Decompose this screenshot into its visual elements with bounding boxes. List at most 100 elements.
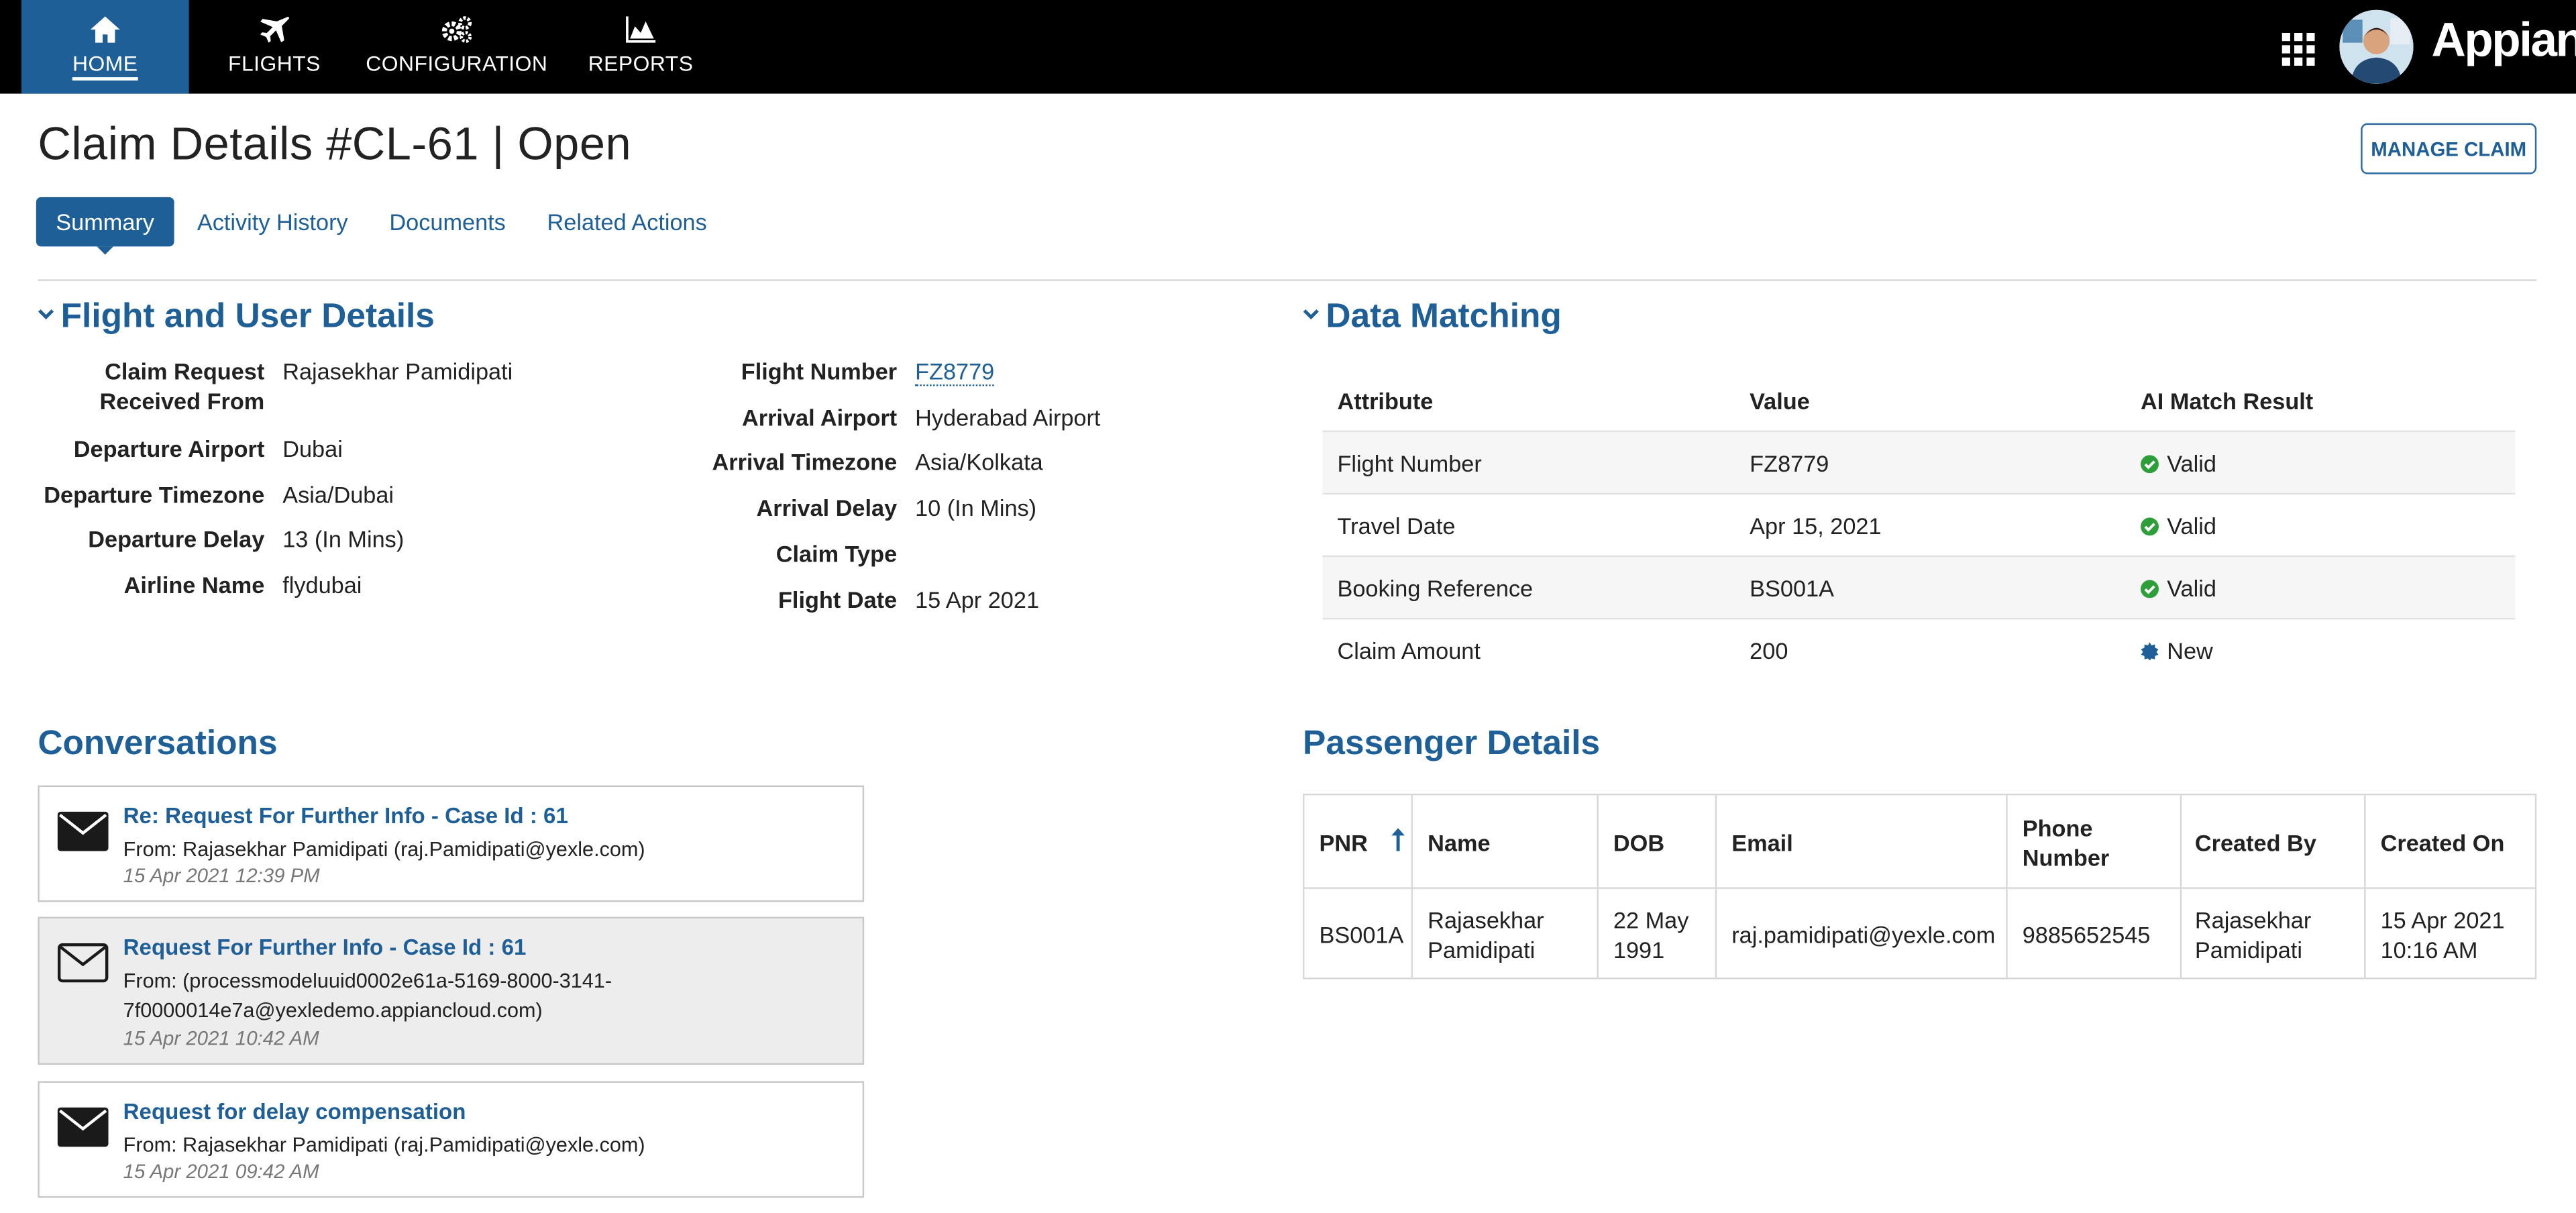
dm-attribute: Travel Date (1337, 513, 1455, 539)
dm-header-value: Value (1750, 388, 1810, 414)
pt-header-created-on[interactable]: Created On (2381, 828, 2505, 857)
conversation-subject[interactable]: Re: Request For Further Info - Case Id :… (123, 804, 568, 829)
conversation-time: 15 Apr 2021 09:42 AM (123, 1160, 319, 1183)
passenger-details-title: Passenger Details (1303, 725, 1600, 764)
dm-attribute: Claim Amount (1337, 637, 1480, 664)
dm-result: Valid (2141, 450, 2216, 476)
arrival-timezone-label: Arrival Timezone (657, 447, 898, 476)
manage-claim-button[interactable]: MANAGE CLAIM (2361, 123, 2536, 174)
nav-reports-label: REPORTS (575, 51, 706, 76)
conversation-from: From: Rajasekhar Pamidipati (raj.Pamidip… (123, 1130, 847, 1160)
departure-delay-label: Departure Delay (33, 524, 264, 553)
dm-header-ai-match-result: AI Match Result (2141, 388, 2313, 414)
pt-cell-email: raj.pamidipati@yexle.com (1731, 920, 1995, 949)
pt-cell-pnr: BS001A (1320, 920, 1404, 949)
pt-header-created-by[interactable]: Created By (2195, 828, 2316, 857)
nav-reports[interactable]: REPORTS (575, 0, 706, 94)
nav-configuration[interactable]: CONFIGURATION (365, 0, 549, 94)
area-chart-icon (625, 15, 657, 44)
departure-timezone-label: Departure Timezone (33, 480, 264, 509)
sort-ascending-icon[interactable] (1391, 828, 1405, 851)
flight-number-label: Flight Number (657, 356, 898, 386)
arrival-airport-label: Arrival Airport (657, 403, 898, 432)
pt-cell-created-by: Rajasekhar Pamidipati (2195, 905, 2343, 964)
list-item[interactable]: Request For Further Info - Case Id : 61 … (38, 917, 864, 1065)
nav-home-label: HOME (72, 51, 138, 81)
data-matching-title: Data Matching (1326, 297, 1561, 335)
check-circle-icon (2141, 455, 2159, 473)
appian-logo[interactable]: Appian (2432, 15, 2576, 69)
tab-related-actions[interactable]: Related Actions (547, 197, 707, 246)
pt-col-email (1717, 795, 2007, 978)
passenger-table: PNR Name DOB Email Phone Number Created … (1303, 794, 2536, 980)
departure-delay-value: 13 (In Mins) (282, 524, 404, 553)
pt-col-pnr (1305, 795, 1413, 978)
table-row: Travel Date Apr 15, 2021 Valid (1322, 493, 2515, 556)
conversation-from: From: (processmodeluuid0002e61a-5169-800… (123, 966, 847, 1025)
pt-header-email[interactable]: Email (1731, 828, 1792, 857)
header-divider (38, 279, 2536, 280)
pt-cell-phone: 9885652545 (2023, 920, 2151, 949)
airplane-icon (258, 15, 290, 44)
tab-activity-history[interactable]: Activity History (197, 197, 348, 246)
tab-summary[interactable]: Summary (36, 197, 174, 246)
conversation-from: From: Rajasekhar Pamidipati (raj.Pamidip… (123, 835, 847, 864)
airline-name-label: Airline Name (33, 570, 264, 600)
conversations-title: Conversations (38, 725, 277, 764)
check-circle-icon (2141, 517, 2159, 535)
page-title: Claim Details #CL-61 | Open (38, 118, 631, 170)
claim-type-label: Claim Type (657, 539, 898, 568)
top-nav: HOME FLIGHTS CONFIGURATION REPORTS Appia… (0, 0, 2576, 94)
arrival-timezone-value: Asia/Kolkata (915, 447, 1043, 476)
dm-result: New (2141, 637, 2213, 664)
nav-home[interactable]: HOME (21, 0, 189, 94)
dm-result-text: New (2167, 637, 2213, 664)
nav-configuration-label: CONFIGURATION (365, 51, 549, 76)
envelope-open-icon (58, 943, 109, 983)
arrival-delay-value: 10 (In Mins) (915, 493, 1036, 523)
arrival-airport-value: Hyderabad Airport (915, 403, 1100, 432)
dm-attribute: Flight Number (1337, 450, 1481, 476)
arrival-delay-label: Arrival Delay (657, 493, 898, 523)
user-avatar[interactable] (2339, 10, 2413, 84)
app-grid-icon[interactable] (2282, 33, 2315, 66)
envelope-icon (58, 812, 109, 851)
chevron-down-icon (38, 306, 54, 322)
table-row: Booking Reference BS001A Valid (1322, 556, 2515, 618)
dm-result: Valid (2141, 575, 2216, 601)
new-badge-icon (2141, 643, 2159, 661)
flight-number-value[interactable]: FZ8779 (915, 356, 994, 386)
dm-value: Apr 15, 2021 (1750, 513, 1881, 539)
departure-airport-value: Dubai (282, 434, 343, 464)
flight-details-title: Flight and User Details (61, 297, 435, 335)
claim-request-label: Claim Request Received From (99, 356, 264, 415)
dm-value: BS001A (1750, 575, 1834, 601)
flight-number-link[interactable]: FZ8779 (915, 358, 994, 386)
tab-documents[interactable]: Documents (389, 197, 505, 246)
dm-value: 200 (1750, 637, 1788, 664)
chevron-down-icon (1303, 306, 1319, 322)
flight-details-section-toggle[interactable]: Flight and User Details (38, 297, 435, 337)
pt-header-dob[interactable]: DOB (1613, 828, 1664, 857)
list-item[interactable]: Re: Request For Further Info - Case Id :… (38, 786, 864, 902)
conversation-subject[interactable]: Request for delay compensation (123, 1099, 466, 1124)
list-item[interactable]: Request for delay compensation From: Raj… (38, 1081, 864, 1198)
table-row: Flight Number FZ8779 Valid (1322, 431, 2515, 493)
pt-header-name[interactable]: Name (1428, 828, 1490, 857)
departure-airport-label: Departure Airport (33, 434, 264, 464)
dm-result-text: Valid (2167, 513, 2216, 539)
envelope-icon (58, 1108, 109, 1147)
pt-cell-name: Rajasekhar Pamidipati (1428, 905, 1575, 964)
data-matching-section-toggle[interactable]: Data Matching (1303, 297, 1562, 337)
dm-result: Valid (2141, 513, 2216, 539)
nav-flights[interactable]: FLIGHTS (209, 0, 340, 94)
flight-date-value: 15 Apr 2021 (915, 585, 1039, 615)
pt-header-phone-number[interactable]: Phone Number (2023, 813, 2137, 872)
home-icon (89, 15, 121, 44)
table-row: Claim Amount 200 New (1322, 618, 2515, 680)
nav-flights-label: FLIGHTS (209, 51, 340, 76)
departure-timezone-value: Asia/Dubai (282, 480, 394, 509)
conversation-subject[interactable]: Request For Further Info - Case Id : 61 (123, 935, 527, 959)
pt-header-pnr[interactable]: PNR (1320, 828, 1368, 857)
dm-header-attribute: Attribute (1337, 388, 1433, 414)
